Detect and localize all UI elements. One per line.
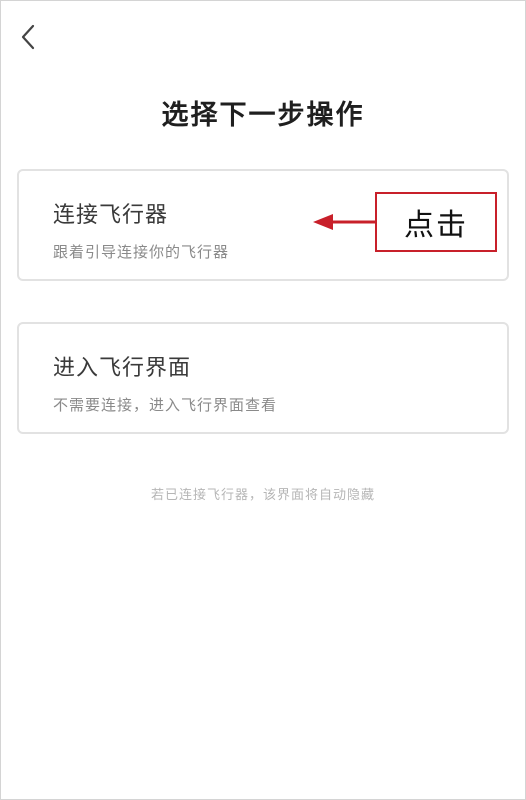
arrow-left-icon	[311, 212, 381, 232]
enter-flight-view-option[interactable]: 进入飞行界面 不需要连接，进入飞行界面查看	[17, 322, 509, 434]
option-title: 进入飞行界面	[53, 356, 192, 381]
option-title: 连接飞行器	[53, 203, 169, 228]
annotation-label: 点击	[404, 208, 468, 243]
page-title: 选择下一步操作	[161, 100, 365, 131]
screen: 选择下一步操作 连接飞行器 跟着引导连接你的飞行器 进入飞行界面 不需要连接，进…	[0, 0, 526, 800]
option-subtitle: 不需要连接，进入飞行界面查看	[53, 396, 278, 414]
chevron-left-icon	[11, 19, 47, 55]
option-subtitle: 跟着引导连接你的飞行器	[53, 243, 230, 261]
back-button[interactable]	[11, 19, 47, 55]
click-annotation: 点击	[375, 192, 497, 252]
auto-hide-hint: 若已连接飞行器，该界面将自动隐藏	[150, 488, 375, 503]
